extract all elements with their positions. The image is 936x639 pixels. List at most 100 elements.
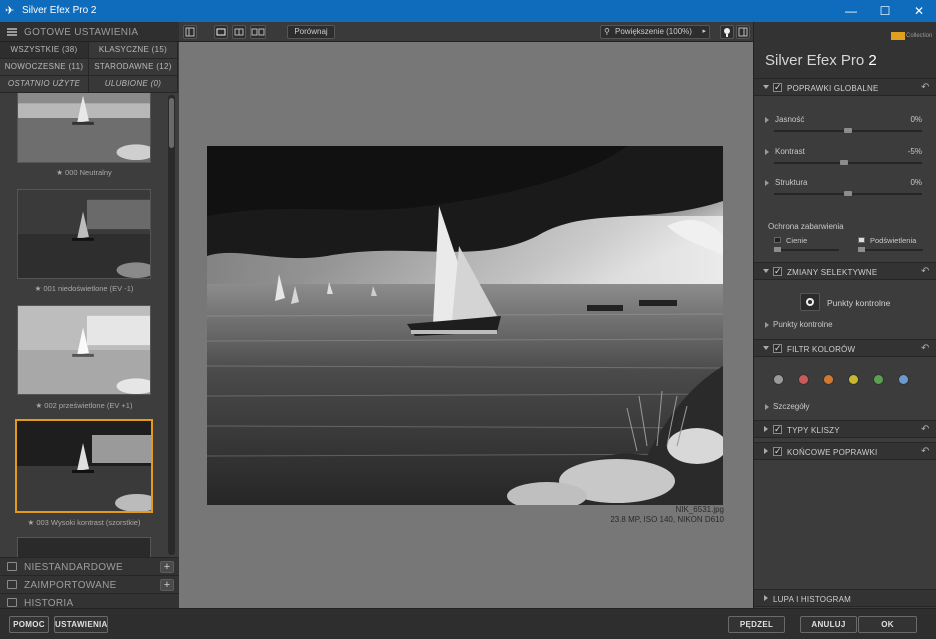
section-title: FILTR KOLORÓW bbox=[787, 345, 856, 354]
single-view-icon[interactable] bbox=[214, 25, 228, 39]
maximize-button[interactable]: ☐ bbox=[868, 0, 902, 22]
compare-button[interactable]: Porównaj bbox=[287, 25, 335, 39]
brush-button[interactable]: PĘDZEL bbox=[728, 616, 785, 633]
history-section[interactable]: HISTORIA bbox=[0, 593, 179, 609]
app-title-version: 2 bbox=[868, 52, 877, 69]
finishing-checkbox[interactable] bbox=[773, 446, 782, 457]
tab-favorites[interactable]: ULUBIONE (0) bbox=[89, 76, 178, 93]
imported-presets-section[interactable]: ZAIMPORTOWANE + bbox=[0, 575, 179, 593]
film-types-checkbox[interactable] bbox=[773, 424, 782, 435]
preset-thumbnail[interactable] bbox=[17, 189, 151, 279]
custom-presets-section[interactable]: NIESTANDARDOWE + bbox=[0, 557, 179, 575]
reset-icon[interactable]: ↶ bbox=[921, 446, 929, 457]
slider-knob[interactable] bbox=[839, 160, 848, 165]
preset-thumbnail[interactable] bbox=[17, 93, 151, 163]
slider-knob[interactable] bbox=[774, 247, 781, 252]
section-title: LUPA I HISTOGRAM bbox=[773, 595, 852, 604]
section-title: POPRAWKI GLOBALNE bbox=[787, 84, 879, 93]
preset-thumbnail[interactable] bbox=[17, 305, 151, 395]
help-button[interactable]: POMOC bbox=[9, 616, 49, 633]
control-point-label: Punkty kontrolne bbox=[827, 298, 891, 308]
image-info: NIK_6531.jpg 23.8 MP, ISO 140, NIKON D61… bbox=[560, 505, 724, 525]
ok-button[interactable]: OK bbox=[858, 616, 917, 633]
add-imported-button[interactable]: + bbox=[160, 579, 174, 591]
tab-classic[interactable]: KLASYCZNE (15) bbox=[89, 42, 178, 59]
preset-label: ★ 002 prześwietlone (EV +1) bbox=[35, 401, 133, 410]
preset-label: ★ 001 niedoświetlone (EV -1) bbox=[34, 284, 134, 293]
global-enabled-checkbox[interactable] bbox=[773, 82, 782, 93]
reset-icon[interactable]: ↶ bbox=[921, 424, 929, 435]
preview-image[interactable] bbox=[207, 146, 723, 505]
slider-knob[interactable] bbox=[844, 128, 852, 133]
filter-details[interactable]: Szczegóły bbox=[754, 401, 936, 415]
preset-scrollbar[interactable] bbox=[168, 95, 175, 555]
color-filter-checkbox[interactable] bbox=[773, 343, 782, 354]
bottom-bar: POMOC USTAWIENIA PĘDZEL ANULUJ OK bbox=[0, 608, 936, 639]
fullscreen-icon[interactable] bbox=[736, 25, 750, 39]
preset-thumbnail-list: ★ 000 Neutralny ★ 001 niedoświetlone (EV… bbox=[0, 93, 179, 558]
tab-all[interactable]: WSZYSTKIE (38) bbox=[0, 42, 89, 59]
background-light-icon[interactable] bbox=[720, 25, 734, 39]
selective-adjustments-header[interactable]: ZMIANY SELEKTYWNE ↶ bbox=[754, 262, 936, 280]
blue-filter-swatch[interactable] bbox=[898, 374, 909, 385]
reset-icon[interactable]: ↶ bbox=[921, 266, 929, 277]
split-view-icon[interactable] bbox=[232, 25, 246, 39]
global-adjustments-header[interactable]: POPRAWKI GLOBALNE ↶ bbox=[754, 78, 936, 96]
import-icon bbox=[7, 580, 17, 589]
slider-track[interactable] bbox=[774, 249, 839, 251]
section-title: KOŃCOWE POPRAWKI bbox=[787, 448, 878, 457]
orange-filter-swatch[interactable] bbox=[823, 374, 834, 385]
control-points-list[interactable]: Punkty kontrolne bbox=[754, 319, 936, 333]
chevron-right-icon bbox=[764, 595, 768, 601]
slider-knob[interactable] bbox=[844, 191, 852, 196]
highlights-protection-slider[interactable]: Podświetlenia bbox=[858, 236, 928, 253]
red-filter-swatch[interactable] bbox=[798, 374, 809, 385]
loupe-histogram-header[interactable]: LUPA I HISTOGRAM bbox=[754, 589, 936, 607]
structure-slider[interactable]: Struktura 0% bbox=[754, 177, 936, 205]
chevron-right-icon bbox=[765, 404, 769, 410]
yellow-filter-swatch[interactable] bbox=[848, 374, 859, 385]
reset-icon[interactable]: ↶ bbox=[921, 82, 929, 93]
preset-thumbnail[interactable] bbox=[17, 537, 151, 558]
presets-header[interactable]: GOTOWE USTAWIENIA bbox=[0, 22, 179, 42]
selective-enabled-checkbox[interactable] bbox=[773, 266, 782, 277]
green-filter-swatch[interactable] bbox=[873, 374, 884, 385]
tab-recent[interactable]: OSTATNIO UŻYTE bbox=[0, 76, 89, 93]
tone-protection-title: Ochrona zabarwienia bbox=[768, 222, 844, 231]
chevron-right-icon bbox=[765, 117, 769, 123]
close-button[interactable]: ✕ bbox=[902, 0, 936, 22]
control-point-icon bbox=[806, 298, 814, 306]
minimize-button[interactable]: — bbox=[834, 0, 868, 22]
toggle-panel-icon[interactable] bbox=[183, 25, 197, 39]
color-filter-header[interactable]: FILTR KOLORÓW ↶ bbox=[754, 339, 936, 357]
side-by-side-icon[interactable] bbox=[250, 25, 266, 39]
highlights-label: Podświetlenia bbox=[870, 236, 917, 245]
section-label: ZAIMPORTOWANE bbox=[24, 580, 117, 591]
finishing-adjustments-header[interactable]: KOŃCOWE POPRAWKI ↶ bbox=[754, 442, 936, 460]
slider-knob[interactable] bbox=[858, 247, 865, 252]
reset-icon[interactable]: ↶ bbox=[921, 343, 929, 354]
zoom-dropdown[interactable]: ⚲ Powiększenie (100%) ▸ bbox=[600, 25, 710, 39]
preset-scrollbar-thumb[interactable] bbox=[169, 98, 174, 148]
preset-category-tabs: WSZYSTKIE (38) KLASYCZNE (15) NOWOCZESNE… bbox=[0, 42, 179, 93]
neutral-filter-swatch[interactable] bbox=[773, 374, 784, 385]
add-custom-button[interactable]: + bbox=[160, 561, 174, 573]
image-canvas[interactable]: NIK_6531.jpg 23.8 MP, ISO 140, NIKON D61… bbox=[179, 42, 753, 608]
settings-button[interactable]: USTAWIENIA bbox=[54, 616, 108, 633]
tab-vintage[interactable]: STARODAWNE (12) bbox=[89, 59, 178, 76]
preset-label: ★ 003 Wysoki kontrast (szorstkie) bbox=[27, 518, 141, 527]
list-icon bbox=[7, 28, 17, 36]
chevron-right-icon bbox=[764, 426, 768, 432]
chevron-right-icon bbox=[764, 448, 768, 454]
tab-modern[interactable]: NOWOCZESNE (11) bbox=[0, 59, 89, 76]
contrast-slider[interactable]: Kontrast -5% bbox=[754, 146, 936, 174]
shadows-protection-slider[interactable]: Cienie bbox=[774, 236, 844, 253]
slider-track[interactable] bbox=[858, 249, 923, 251]
cancel-button[interactable]: ANULUJ bbox=[800, 616, 857, 633]
chevron-down-icon bbox=[763, 269, 769, 273]
control-point-button[interactable] bbox=[800, 293, 820, 311]
film-types-header[interactable]: TYPY KLISZY ↶ bbox=[754, 420, 936, 438]
slider-track[interactable] bbox=[774, 162, 922, 164]
brightness-slider[interactable]: Jasność 0% bbox=[754, 114, 936, 142]
preset-thumbnail-selected[interactable] bbox=[15, 419, 153, 513]
